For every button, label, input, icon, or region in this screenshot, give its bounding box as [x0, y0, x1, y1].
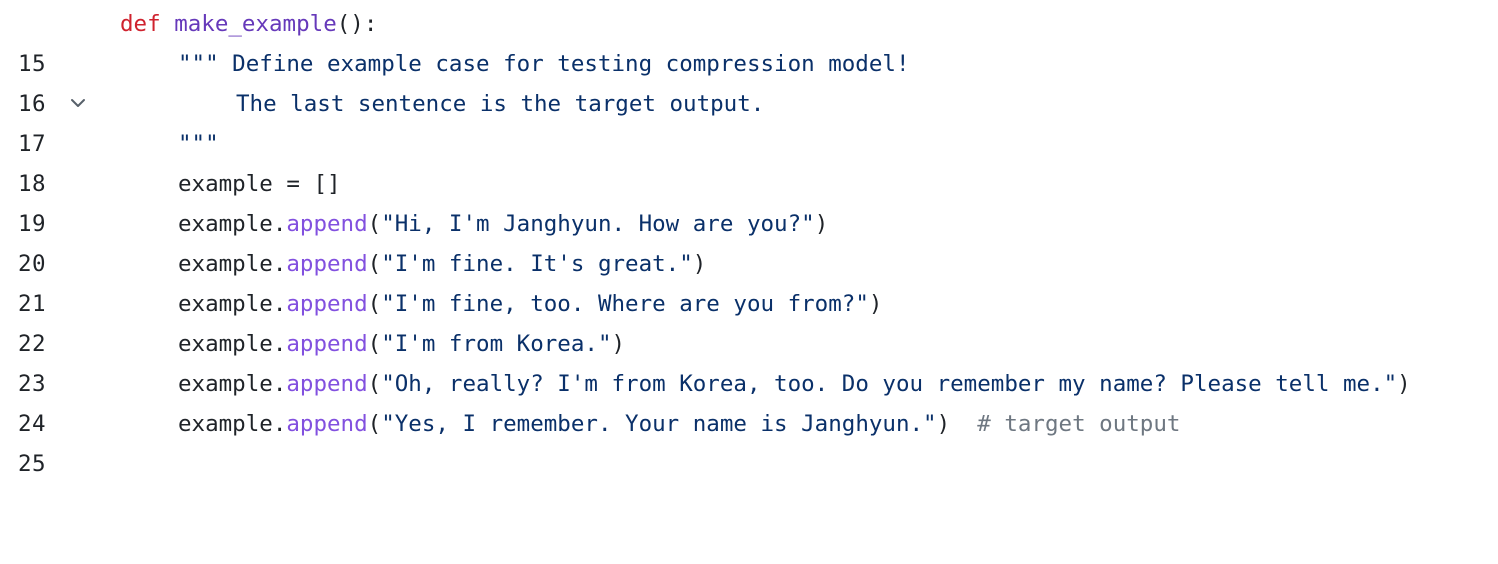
assignment-statement: example = []: [178, 171, 341, 197]
code-text: example.append("I'm fine, too. Where are…: [120, 284, 882, 324]
paren-open: (: [367, 411, 382, 437]
string-literal: "I'm from Korea.": [381, 331, 612, 357]
object-ref: example.: [178, 411, 287, 437]
code-view: 15 def make_example(): 16 """ Define exa…: [0, 0, 1498, 477]
string-literal: "I'm fine. It's great.": [381, 251, 693, 277]
function-name: make_example: [174, 11, 337, 37]
object-ref: example.: [178, 331, 287, 357]
inline-comment: # target output: [950, 411, 1181, 437]
object-ref: example.: [178, 251, 287, 277]
code-text: def make_example():: [120, 4, 377, 44]
code-line: 23 example.append("I'm from Korea."): [0, 324, 1498, 397]
code-line: 19 example = []: [0, 164, 1498, 237]
object-ref: example.: [178, 291, 287, 317]
code-line: 18 """: [0, 124, 1498, 197]
docstring: """ Define example case for testing comp…: [178, 51, 910, 77]
method-name: append: [286, 371, 368, 397]
line-number: 25: [18, 451, 47, 477]
object-ref: example.: [178, 211, 287, 237]
code-line: 17 The last sentence is the target outpu…: [0, 84, 1498, 157]
string-literal: "Oh, really? I'm from Korea, too. Do you…: [381, 371, 1398, 397]
string-literal: "I'm fine, too. Where are you from?": [381, 291, 869, 317]
paren-close: ): [814, 211, 829, 237]
paren-close: ): [1397, 371, 1411, 397]
method-name: append: [286, 211, 368, 237]
code-line: 21 example.append("I'm fine. It's great.…: [0, 244, 1498, 317]
method-name: append: [286, 411, 368, 437]
method-name: append: [286, 331, 368, 357]
docstring: """: [178, 131, 219, 157]
code-line: 22 example.append("I'm fine, too. Where …: [0, 284, 1498, 357]
code-line: 20 example.append("Hi, I'm Janghyun. How…: [0, 204, 1498, 277]
paren-open: (: [367, 251, 382, 277]
code-text: example = []: [120, 164, 341, 204]
code-line: 24 example.append("Oh, really? I'm from …: [0, 364, 1498, 437]
string-literal: "Yes, I remember. Your name is Janghyun.…: [381, 411, 937, 437]
code-text: example.append("Oh, really? I'm from Kor…: [120, 364, 1411, 404]
paren-open: (: [367, 371, 382, 397]
code-line: 15 def make_example():: [0, 4, 1498, 107]
code-text: example.append("Yes, I remember. Your na…: [120, 404, 1180, 444]
code-text: """: [120, 124, 219, 164]
code-text: The last sentence is the target output.: [120, 84, 764, 124]
method-name: append: [286, 291, 368, 317]
paren-open: (: [367, 331, 382, 357]
chevron-down-icon[interactable]: [66, 16, 90, 107]
paren-open: (: [367, 291, 382, 317]
keyword-def: def: [120, 11, 161, 37]
code-line: 16 """ Define example case for testing c…: [0, 44, 1498, 117]
method-name: append: [286, 251, 368, 277]
paren-close: ): [868, 291, 883, 317]
code-text: """ Define example case for testing comp…: [120, 44, 910, 84]
paren-open: (: [367, 211, 382, 237]
code-text: example.append("I'm from Korea."): [120, 324, 625, 364]
docstring: The last sentence is the target output.: [236, 91, 765, 117]
code-line: 25 example.append("Yes, I remember. Your…: [0, 404, 1498, 477]
object-ref: example.: [178, 371, 287, 397]
paren-close: ): [611, 331, 626, 357]
string-literal: "Hi, I'm Janghyun. How are you?": [381, 211, 815, 237]
paren-close: ): [936, 411, 951, 437]
code-text: example.append("Hi, I'm Janghyun. How ar…: [120, 204, 828, 244]
paren-close: ): [692, 251, 707, 277]
code-text: example.append("I'm fine. It's great."): [120, 244, 706, 284]
function-signature-rest: ():: [336, 11, 378, 37]
